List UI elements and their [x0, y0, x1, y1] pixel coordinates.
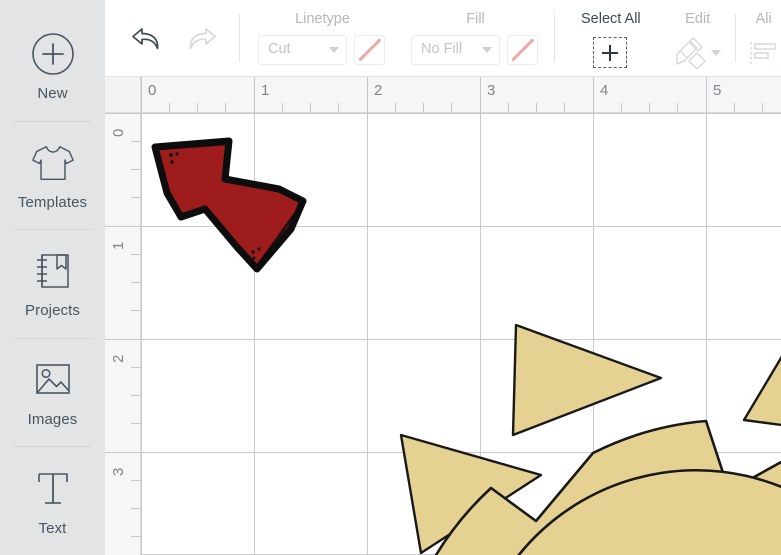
edit-glyph — [673, 35, 721, 71]
undo-icon[interactable] — [127, 19, 167, 59]
tshirt-icon — [30, 140, 76, 186]
select-all-button[interactable]: Select All — [565, 0, 655, 77]
fill-select[interactable]: No Fill — [411, 34, 500, 65]
notebook-bookmark-icon — [30, 248, 76, 294]
ruler-tick-label: 2 — [374, 82, 383, 99]
ruler-tick-label: 0 — [110, 128, 127, 137]
toolbar-divider — [554, 14, 555, 62]
linetype-color-swatch[interactable] — [354, 34, 385, 65]
sun-graphic — [399, 323, 781, 555]
pencil-icon — [675, 36, 706, 69]
picture-icon — [30, 357, 76, 403]
sidebar-item-templates[interactable]: Templates — [0, 120, 105, 230]
fill-color-swatch[interactable] — [507, 34, 538, 65]
sidebar-item-projects[interactable]: Projects — [0, 229, 105, 338]
sidebar-item-label: New — [37, 85, 68, 103]
board-svg — [141, 113, 781, 555]
application-window: New Templates Projects Images Text Linet… — [0, 0, 781, 555]
horizontal-ruler: 0 1 2 3 4 5 — [105, 77, 781, 113]
dashed-plus-icon — [592, 37, 627, 68]
ruler-corner[interactable] — [105, 77, 141, 113]
sidebar-item-images[interactable]: Images — [0, 337, 105, 447]
top-toolbar: Linetype Cut Fill No Fill Select All Edi… — [105, 0, 781, 77]
ruler-tick-label: 4 — [600, 82, 609, 99]
ruler-tick-label: 1 — [110, 241, 127, 250]
toolbar-divider — [734, 14, 736, 62]
sidebar-item-label: Projects — [25, 302, 80, 320]
select-all-glyph — [592, 35, 627, 71]
fill-group: Fill No Fill — [385, 0, 538, 77]
chevron-down-icon — [329, 46, 339, 53]
vertical-ruler: 0 1 2 3 — [105, 77, 141, 555]
undo-redo-group — [105, 0, 229, 77]
align-glyph — [748, 35, 778, 71]
canvas-area[interactable]: 0 1 2 3 4 5 0 1 2 3 — [105, 77, 781, 555]
fill-value: No Fill — [421, 41, 463, 58]
design-board[interactable] — [141, 113, 781, 555]
align-button: Ali — [748, 0, 778, 77]
chevron-down-icon — [710, 49, 721, 56]
ruler-tick-label: 1 — [261, 82, 270, 99]
plus-circle-icon — [30, 31, 76, 77]
main-area: Linetype Cut Fill No Fill Select All Edi… — [105, 0, 781, 555]
linetype-select[interactable]: Cut — [258, 34, 347, 65]
sidebar-item-text[interactable]: Text — [0, 446, 105, 555]
linetype-group: Linetype Cut — [250, 0, 385, 77]
sidebar-item-label: Images — [27, 411, 78, 429]
chevron-down-icon — [482, 46, 492, 53]
ruler-tick-label: 0 — [148, 82, 157, 99]
linetype-value: Cut — [268, 41, 291, 58]
sidebar-item-new[interactable]: New — [0, 12, 105, 121]
align-icon — [749, 41, 776, 64]
sun-ray — [511, 323, 663, 437]
sidebar-item-label: Templates — [17, 193, 88, 211]
ruler-tick-label: 5 — [713, 82, 722, 99]
select-all-label: Select All — [581, 11, 641, 27]
sun-ray — [742, 355, 781, 427]
ruler-tick-label: 3 — [110, 467, 127, 476]
left-sidebar: New Templates Projects Images Text — [0, 0, 105, 555]
text-t-icon — [30, 466, 76, 512]
linetype-label: Linetype — [295, 11, 350, 27]
sidebar-item-label: Text — [38, 519, 67, 537]
ruler-tick-label: 3 — [487, 82, 496, 99]
edit-button: Edit — [655, 0, 731, 77]
ruler-tick-label: 2 — [110, 354, 127, 363]
red-arrow-shape — [151, 137, 307, 273]
fill-label: Fill — [466, 11, 485, 27]
redo-icon — [181, 19, 221, 59]
toolbar-divider — [239, 14, 240, 62]
align-label: Ali — [755, 11, 772, 27]
edit-label: Edit — [685, 11, 711, 27]
